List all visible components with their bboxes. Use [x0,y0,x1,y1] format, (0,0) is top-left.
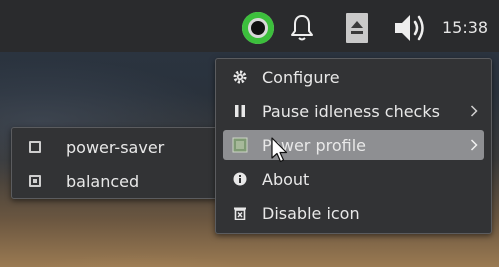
menu-item-power-profile[interactable]: Power profile [223,130,484,160]
submenu-item-power-saver[interactable]: power-saver [20,132,209,162]
eject-icon[interactable] [342,10,372,46]
submenu-item-label: power-saver [66,137,165,157]
tray-context-menu: Configure Pause idleness checks Power pr… [215,58,492,234]
menu-item-label: Pause idleness checks [262,101,440,121]
submenu-item-balanced[interactable]: balanced [20,166,209,196]
unchecked-box-icon[interactable] [29,141,41,153]
speaker-volume-icon[interactable] [392,10,430,46]
panel-clock[interactable]: 15:38 [442,18,494,38]
gear-icon [227,62,253,92]
info-icon [227,164,253,194]
menu-item-disable-icon[interactable]: Disable icon [223,198,484,228]
submenu-item-label: balanced [66,171,140,191]
menu-item-label: Configure [262,67,340,87]
menu-item-about[interactable]: About [223,164,484,194]
menu-item-pause-idleness-checks[interactable]: Pause idleness checks [223,96,484,126]
top-panel: 15:38 [0,0,499,52]
chevron-right-icon [470,130,478,160]
mouse-pointer-icon [271,137,288,163]
disk-usage-ring-icon[interactable] [240,10,276,46]
menu-item-configure[interactable]: Configure [223,62,484,92]
trash-icon [227,198,253,228]
menu-item-label: About [262,169,310,189]
pause-icon [227,96,253,126]
checked-box-icon[interactable] [29,175,41,187]
power-profile-submenu: power-saver balanced [11,127,218,199]
power-profile-icon [227,130,253,160]
bell-icon[interactable] [286,10,318,46]
chevron-right-icon [470,96,478,126]
menu-item-label: Disable icon [262,203,360,223]
